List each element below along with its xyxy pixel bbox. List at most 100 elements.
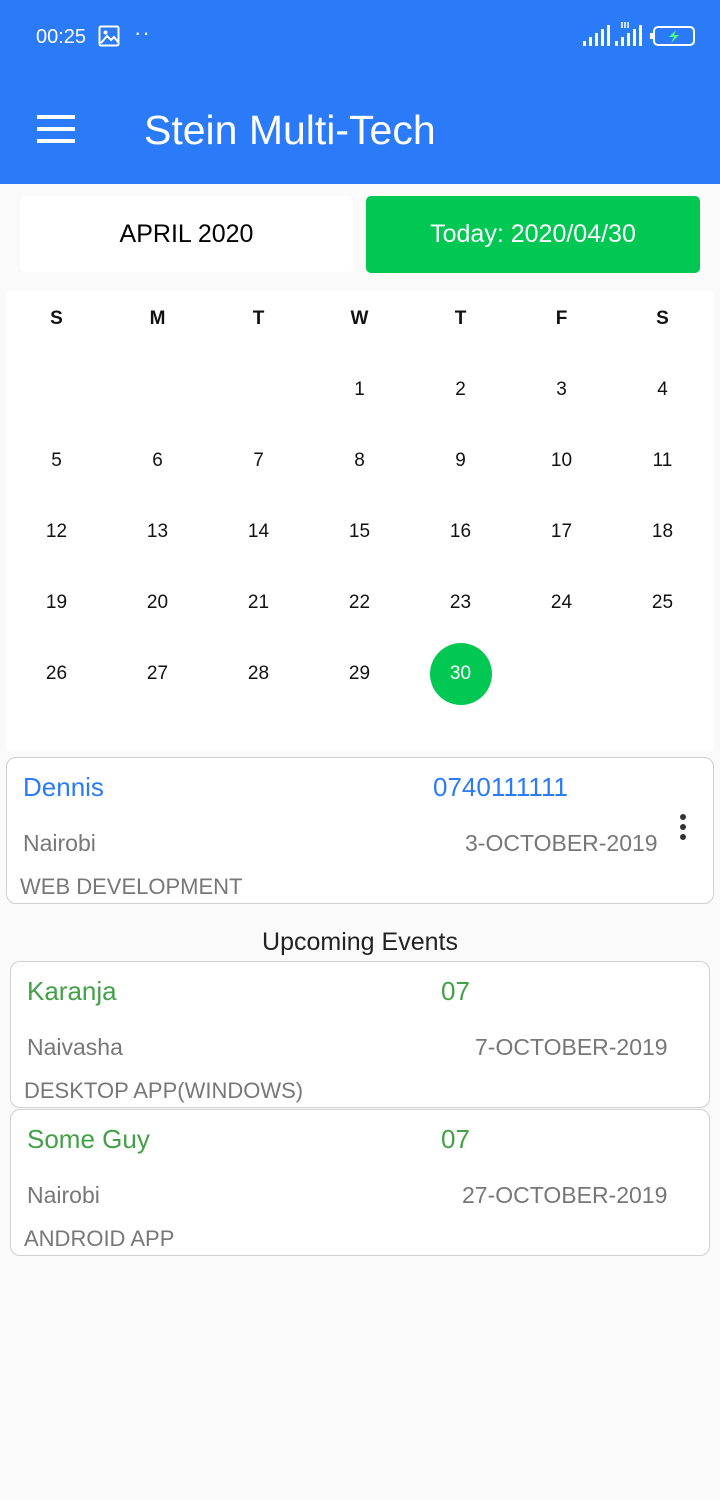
calendar-day-selected[interactable]: 30 bbox=[410, 643, 511, 705]
calendar-day-label: 13 bbox=[146, 521, 169, 542]
calendar-day[interactable]: 28 bbox=[208, 644, 309, 704]
event-name: Karanja bbox=[27, 976, 117, 1006]
event-category: ANDROID APP bbox=[24, 1226, 175, 1251]
status-time: 00:25 bbox=[36, 26, 87, 48]
calendar-day-label: 18 bbox=[651, 521, 674, 542]
calendar-day[interactable]: 17 bbox=[511, 502, 612, 562]
event-day: 07 bbox=[441, 1124, 470, 1154]
calendar-day-label: 5 bbox=[51, 450, 62, 471]
calendar-day-label: 27 bbox=[146, 663, 169, 684]
event-name: Dennis bbox=[23, 772, 104, 802]
signal-icon bbox=[615, 22, 642, 46]
calendar-day-label: 6 bbox=[152, 450, 163, 471]
calendar-day-label: 7 bbox=[253, 450, 264, 471]
calendar-grid: S M T W T F S 1 2 3 4 5 6 7 8 9 10 11 12 13 14 15 16 17 18 19 20 21… bbox=[6, 291, 714, 751]
section-title: Upcoming Events bbox=[262, 928, 458, 956]
event-day: 07 bbox=[441, 976, 470, 1006]
battery-charging-icon bbox=[650, 26, 695, 46]
dots-icon: ·· bbox=[134, 20, 151, 45]
calendar-day[interactable]: 19 bbox=[6, 573, 107, 633]
calendar-day-label: 17 bbox=[550, 521, 573, 542]
calendar-day-label: 28 bbox=[247, 663, 270, 684]
calendar-day[interactable]: 9 bbox=[410, 431, 511, 491]
calendar-day[interactable]: 24 bbox=[511, 573, 612, 633]
event-category: WEB DEVELOPMENT bbox=[20, 874, 243, 899]
calendar-day[interactable]: 15 bbox=[309, 502, 410, 562]
calendar-day-label: 30 bbox=[429, 643, 492, 705]
calendar-day[interactable]: 18 bbox=[612, 502, 713, 562]
calendar-day-label: 25 bbox=[651, 592, 674, 613]
calendar-day[interactable]: 11 bbox=[612, 431, 713, 491]
calendar-day[interactable]: 1 bbox=[309, 360, 410, 420]
calendar-day-label: 21 bbox=[247, 592, 270, 613]
calendar-day[interactable]: 26 bbox=[6, 644, 107, 704]
weekday-header: T bbox=[454, 308, 467, 329]
calendar-day-label: 11 bbox=[652, 450, 673, 471]
calendar-day-label: 10 bbox=[550, 450, 573, 471]
month-label: APRIL 2020 bbox=[20, 196, 353, 272]
calendar-day-label: 19 bbox=[45, 592, 68, 613]
image-icon bbox=[98, 25, 120, 47]
more-options-icon[interactable] bbox=[670, 810, 696, 850]
calendar-day[interactable]: 14 bbox=[208, 502, 309, 562]
weekday-header: S bbox=[656, 308, 669, 329]
calendar-day-label: 20 bbox=[146, 592, 169, 613]
weekday-header: F bbox=[555, 308, 568, 329]
calendar-day[interactable]: 13 bbox=[107, 502, 208, 562]
calendar-day-label: 2 bbox=[455, 379, 466, 400]
calendar-day-label: 3 bbox=[556, 379, 567, 400]
calendar-day[interactable]: 22 bbox=[309, 573, 410, 633]
app-bar: 00:25 ·· Stein Multi-Tech bbox=[0, 0, 720, 184]
calendar-day[interactable]: 25 bbox=[612, 573, 713, 633]
calendar-day-label: 8 bbox=[354, 450, 365, 471]
calendar-day[interactable]: 7 bbox=[208, 431, 309, 491]
event-phone: 0740111111 bbox=[433, 772, 568, 802]
calendar-day[interactable]: 8 bbox=[309, 431, 410, 491]
weekday-header: W bbox=[350, 308, 369, 329]
event-location: Nairobi bbox=[27, 1182, 100, 1208]
calendar-day[interactable]: 12 bbox=[6, 502, 107, 562]
calendar-day[interactable]: 5 bbox=[6, 431, 107, 491]
calendar-day[interactable]: 16 bbox=[410, 502, 511, 562]
app-title: Stein Multi-Tech bbox=[144, 107, 436, 153]
calendar-day[interactable]: 10 bbox=[511, 431, 612, 491]
status-bar: 00:25 ·· bbox=[0, 0, 720, 72]
calendar-day-label: 9 bbox=[455, 450, 466, 471]
calendar-day[interactable]: 21 bbox=[208, 573, 309, 633]
calendar-day-label: 22 bbox=[348, 592, 371, 613]
event-date: 27-OCTOBER-2019 bbox=[462, 1182, 668, 1208]
weekday-header: M bbox=[149, 308, 166, 329]
today-button[interactable]: Today: 2020/04/30 bbox=[366, 196, 700, 273]
event-date: 3-OCTOBER-2019 bbox=[465, 830, 658, 856]
calendar-day[interactable]: 27 bbox=[107, 644, 208, 704]
calendar-day-label: 14 bbox=[247, 521, 270, 542]
upcoming-event-card[interactable]: Karanja 07 Naivasha 7-OCTOBER-2019 DESKT… bbox=[10, 961, 710, 1108]
calendar-day[interactable]: 20 bbox=[107, 573, 208, 633]
hamburger-menu-icon[interactable] bbox=[28, 106, 84, 154]
calendar-day-label: 29 bbox=[348, 663, 371, 684]
calendar-day[interactable]: 23 bbox=[410, 573, 511, 633]
calendar-day[interactable]: 6 bbox=[107, 431, 208, 491]
calendar-day-label: 16 bbox=[449, 521, 472, 542]
weekday-header: S bbox=[50, 308, 63, 329]
calendar-day-label: 4 bbox=[657, 379, 668, 400]
calendar-day-label: 12 bbox=[45, 521, 68, 542]
event-card[interactable]: Dennis 0740111111 Nairobi 3-OCTOBER-2019… bbox=[6, 757, 714, 904]
calendar-day-label: 26 bbox=[45, 663, 68, 684]
event-name: Some Guy bbox=[27, 1124, 150, 1154]
calendar-day[interactable]: 2 bbox=[410, 360, 511, 420]
calendar-day-label: 24 bbox=[550, 592, 573, 613]
calendar-day-label: 23 bbox=[449, 592, 472, 613]
event-location: Nairobi bbox=[23, 830, 96, 856]
event-date: 7-OCTOBER-2019 bbox=[475, 1034, 668, 1060]
calendar-day[interactable]: 29 bbox=[309, 644, 410, 704]
event-location: Naivasha bbox=[27, 1034, 123, 1060]
calendar-day-label: 15 bbox=[348, 521, 371, 542]
event-category: DESKTOP APP(WINDOWS) bbox=[24, 1078, 304, 1103]
calendar-day[interactable]: 3 bbox=[511, 360, 612, 420]
upcoming-event-card[interactable]: Some Guy 07 Nairobi 27-OCTOBER-2019 ANDR… bbox=[10, 1109, 710, 1256]
weekday-header: T bbox=[252, 308, 265, 329]
signal-icon bbox=[583, 25, 610, 46]
calendar-day[interactable]: 4 bbox=[612, 360, 713, 420]
calendar-day-label: 1 bbox=[354, 379, 365, 400]
